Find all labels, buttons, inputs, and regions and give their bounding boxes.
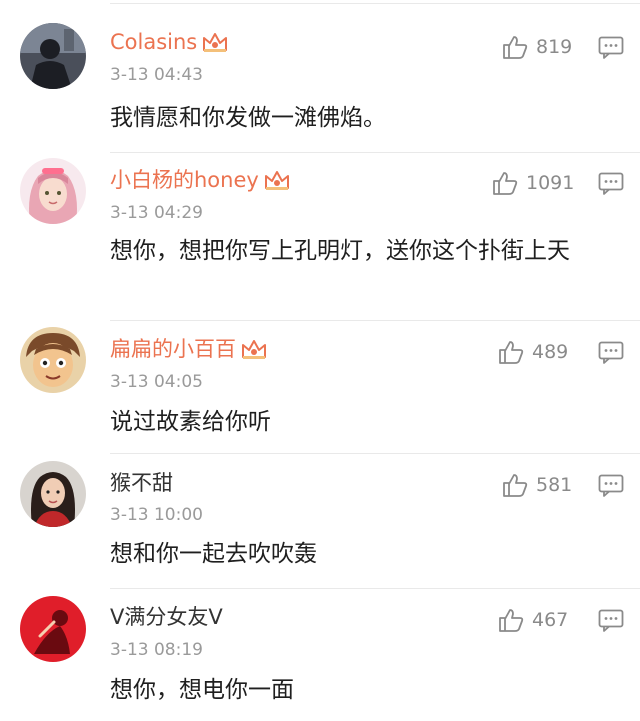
like-button[interactable]: 581 [502, 472, 572, 498]
comment-text: 想你，想电你一面 [110, 677, 294, 703]
avatar[interactable] [20, 327, 86, 393]
timestamp: 3-13 04:05 [110, 372, 203, 392]
thumbs-up-icon [493, 172, 518, 195]
username-text: V满分女友V [110, 605, 223, 629]
like-count: 489 [532, 341, 569, 363]
username-text: 小白杨的honey [110, 168, 259, 192]
username[interactable]: Colasins [110, 29, 229, 55]
comment-icon[interactable] [598, 474, 624, 498]
comment-icon[interactable] [598, 172, 624, 196]
crown-badge-icon [263, 168, 291, 192]
divider [110, 320, 640, 321]
comment-text: 我情愿和你发做一滩佛焰。 [110, 105, 386, 131]
divider [110, 453, 640, 454]
like-count: 467 [532, 609, 569, 631]
username[interactable]: V满分女友V [110, 604, 223, 630]
timestamp: 3-13 04:29 [110, 203, 203, 223]
top-divider [110, 3, 640, 4]
username-text: 扁扁的小百百 [110, 337, 236, 361]
username[interactable]: 小白杨的honey [110, 167, 291, 193]
girl-portrait-avatar-icon [20, 461, 86, 527]
divider [110, 588, 640, 589]
comment-text: 想你，想把你写上孔明灯，送你这个扑街上天 [110, 238, 570, 264]
comment-icon[interactable] [598, 36, 624, 60]
like-button[interactable]: 489 [498, 339, 568, 365]
like-button[interactable]: 1091 [492, 170, 574, 196]
divider [110, 152, 640, 153]
comment-icon[interactable] [598, 609, 624, 633]
crown-badge-icon [201, 30, 229, 54]
comment-icon[interactable] [598, 341, 624, 365]
username[interactable]: 扁扁的小百百 [110, 336, 268, 362]
timestamp: 3-13 04:43 [110, 65, 203, 85]
thumbs-up-icon [499, 609, 524, 632]
like-count: 1091 [526, 172, 575, 194]
timestamp: 3-13 08:19 [110, 640, 203, 660]
username[interactable]: 猴不甜 [110, 470, 173, 496]
username-text: Colasins [110, 30, 198, 54]
thumbs-up-icon [503, 474, 528, 497]
cartoon-boy-avatar-icon [20, 327, 86, 393]
crown-badge-icon [240, 337, 268, 361]
like-count: 819 [536, 36, 573, 58]
username-text: 猴不甜 [110, 471, 173, 495]
avatar[interactable] [20, 23, 86, 89]
comment-text: 说过故素给你听 [110, 409, 271, 435]
like-button[interactable]: 819 [502, 34, 572, 60]
avatar[interactable] [20, 158, 86, 224]
thumbs-up-icon [499, 341, 524, 364]
timestamp: 3-13 10:00 [110, 505, 203, 525]
pink-hair-girl-avatar-icon [20, 158, 86, 224]
red-figure-avatar-icon [20, 596, 86, 662]
like-button[interactable]: 467 [498, 607, 568, 633]
thumbs-up-icon [503, 36, 528, 59]
avatar[interactable] [20, 461, 86, 527]
dark-silhouette-avatar-icon [20, 23, 86, 89]
comment-text: 想和你一起去吹吹轰 [110, 541, 317, 567]
avatar[interactable] [20, 596, 86, 662]
like-count: 581 [536, 474, 573, 496]
